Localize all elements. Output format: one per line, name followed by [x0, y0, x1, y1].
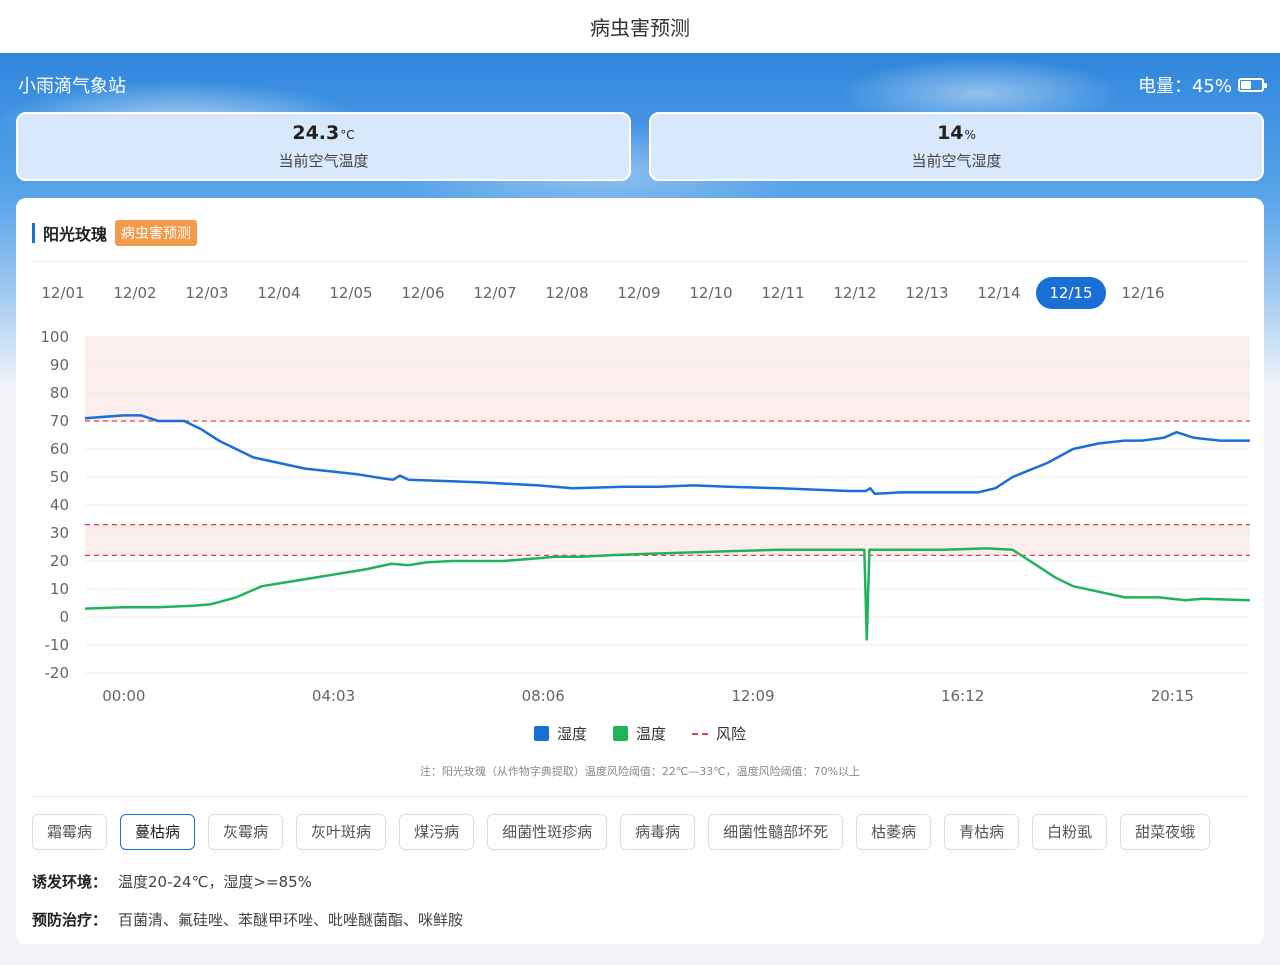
legend-humidity[interactable]: 湿度 [533, 723, 587, 744]
temperature-unit: °C [340, 128, 355, 142]
date-tab[interactable]: 12/02 [100, 277, 170, 309]
prevention-value: 百菌清、氟硅唑、苯醚甲环唑、吡唑醚菌酯、咪鲜胺 [118, 911, 464, 929]
disease-tab[interactable]: 煤污病 [399, 814, 475, 850]
date-tab[interactable]: 12/15 [1036, 277, 1106, 309]
disease-tab[interactable]: 青枯病 [944, 814, 1020, 850]
y-tick-label: 0 [59, 608, 69, 626]
battery-label: 电量：45% [1137, 76, 1232, 97]
y-tick-label: 50 [50, 468, 69, 486]
y-tick-label: 20 [50, 552, 69, 570]
temperature-value: 24.3 [292, 122, 340, 144]
trigger-info: 诱发环境： 温度20-24℃，湿度>=85% [32, 871, 312, 892]
risk-band [85, 337, 1250, 421]
battery-fill [1241, 81, 1251, 89]
card-header: 阳光玫瑰 病虫害预测 [32, 218, 198, 248]
date-tab[interactable]: 12/04 [244, 277, 314, 309]
humidity-unit: % [964, 128, 976, 142]
threshold-note: 注：阳光玫瑰（从作物字典提取）温度风险阈值：22℃—33℃，温度风险阈值：70%… [419, 765, 861, 778]
x-tick-label: 08:06 [522, 687, 565, 705]
section-marker [32, 223, 35, 243]
station-name: 小雨滴气象站 [18, 76, 126, 97]
disease-tab[interactable]: 枯萎病 [856, 814, 932, 850]
disease-tab[interactable]: 蔓枯病 [120, 814, 196, 850]
temperature-value-row: 24.3°C [18, 122, 629, 144]
trigger-label: 诱发环境： [32, 873, 108, 891]
x-tick-label: 16:12 [941, 687, 984, 705]
humidity-label: 当前空气湿度 [911, 152, 1002, 170]
legend-humidity-swatch [533, 726, 549, 741]
forecast-tag: 病虫害预测 [115, 220, 198, 246]
date-tab[interactable]: 12/16 [1108, 277, 1178, 309]
y-tick-label: 100 [40, 328, 69, 346]
title-bar: 病虫害预测 [0, 0, 1280, 53]
x-tick-label: 04:03 [312, 687, 355, 705]
disease-tab[interactable]: 灰叶斑病 [296, 814, 387, 850]
x-tick-label: 00:00 [102, 687, 145, 705]
humidity-line [84, 414, 1250, 496]
date-tabs: 12/01 12/02 12/03 12/04 12/05 12/06 12/07 12/08… [28, 277, 1178, 309]
weather-chart: -20 -10 0 10 20 30 40 50 60 70 80 90 100 00:00 04:03 08… [40, 328, 1251, 705]
prevention-label: 预防治疗： [32, 911, 108, 929]
legend-humidity-label: 湿度 [556, 725, 587, 743]
crop-name: 阳光玫瑰 [43, 225, 108, 244]
disease-tab[interactable]: 细菌性斑疹病 [487, 814, 608, 850]
y-tick-label: 40 [50, 496, 69, 514]
date-tab[interactable]: 12/05 [316, 277, 386, 309]
date-tab[interactable]: 12/14 [964, 277, 1034, 309]
page-title: 病虫害预测 [590, 16, 690, 40]
date-tab[interactable]: 12/13 [892, 277, 962, 309]
disease-tabs: 霜霉病 蔓枯病 灰霉病 灰叶斑病 煤污病 细菌性斑疹病 病毒病 细菌性髓部坏死 枯萎病 青枯病 白粉… [32, 814, 1264, 854]
disease-tab[interactable]: 灰霉病 [208, 814, 284, 850]
y-tick-label: 10 [50, 580, 69, 598]
temperature-card: 24.3°C 当前空气温度 [16, 112, 631, 181]
legend-temperature-label: 温度 [635, 725, 666, 743]
humidity-value: 14 [937, 122, 964, 144]
date-tab[interactable]: 12/09 [604, 277, 674, 309]
y-tick-label: 60 [50, 440, 69, 458]
disease-tab[interactable]: 病毒病 [620, 814, 696, 850]
header-divider [32, 261, 1248, 262]
date-tab[interactable]: 12/01 [28, 277, 98, 309]
risk-band [85, 524, 1250, 556]
legend-risk-label: 风险 [716, 725, 747, 743]
x-tick-label: 12:09 [731, 687, 774, 705]
disease-tab[interactable]: 细菌性髓部坏死 [708, 814, 844, 850]
date-tab[interactable]: 12/12 [820, 277, 890, 309]
trigger-value: 温度20-24℃，湿度>=85% [118, 873, 312, 891]
disease-tab[interactable]: 甜菜夜蛾 [1120, 814, 1211, 850]
x-tick-label: 20:15 [1151, 687, 1194, 705]
battery-status: 电量：45% [1137, 72, 1267, 98]
date-tab[interactable]: 12/03 [172, 277, 242, 309]
humidity-value-row: 14% [651, 122, 1262, 144]
forecast-card: 阳光玫瑰 病虫害预测 12/01 12/02 12/03 12/04 12/05 12/0… [16, 198, 1264, 944]
temperature-label: 当前空气温度 [278, 152, 369, 170]
date-tab[interactable]: 12/08 [532, 277, 602, 309]
prevention-info: 预防治疗： 百菌清、氟硅唑、苯醚甲环唑、吡唑醚菌酯、咪鲜胺 [32, 909, 463, 930]
temperature-line [84, 547, 1251, 641]
date-tab[interactable]: 12/10 [676, 277, 746, 309]
y-tick-label: 80 [50, 384, 69, 402]
y-tick-label: -10 [45, 636, 70, 654]
legend-risk-swatch [692, 732, 708, 735]
legend-risk[interactable]: 风险 [692, 723, 746, 744]
disease-tab[interactable]: 白粉虱 [1032, 814, 1108, 850]
y-tick-label: 70 [50, 412, 69, 430]
y-tick-label: 90 [50, 356, 69, 374]
humidity-card: 14% 当前空气湿度 [649, 112, 1264, 181]
date-tab[interactable]: 12/06 [388, 277, 458, 309]
legend-temperature[interactable]: 温度 [612, 723, 666, 744]
battery-icon [1238, 78, 1267, 92]
chart-legend: 湿度 温度 风险 [16, 723, 1264, 744]
section-divider [32, 796, 1248, 797]
date-tab[interactable]: 12/07 [460, 277, 530, 309]
y-tick-label: 30 [50, 524, 69, 542]
date-tab[interactable]: 12/11 [748, 277, 818, 309]
y-tick-label: -20 [45, 664, 70, 682]
legend-temperature-swatch [612, 726, 628, 741]
disease-tab[interactable]: 霜霉病 [32, 814, 108, 850]
